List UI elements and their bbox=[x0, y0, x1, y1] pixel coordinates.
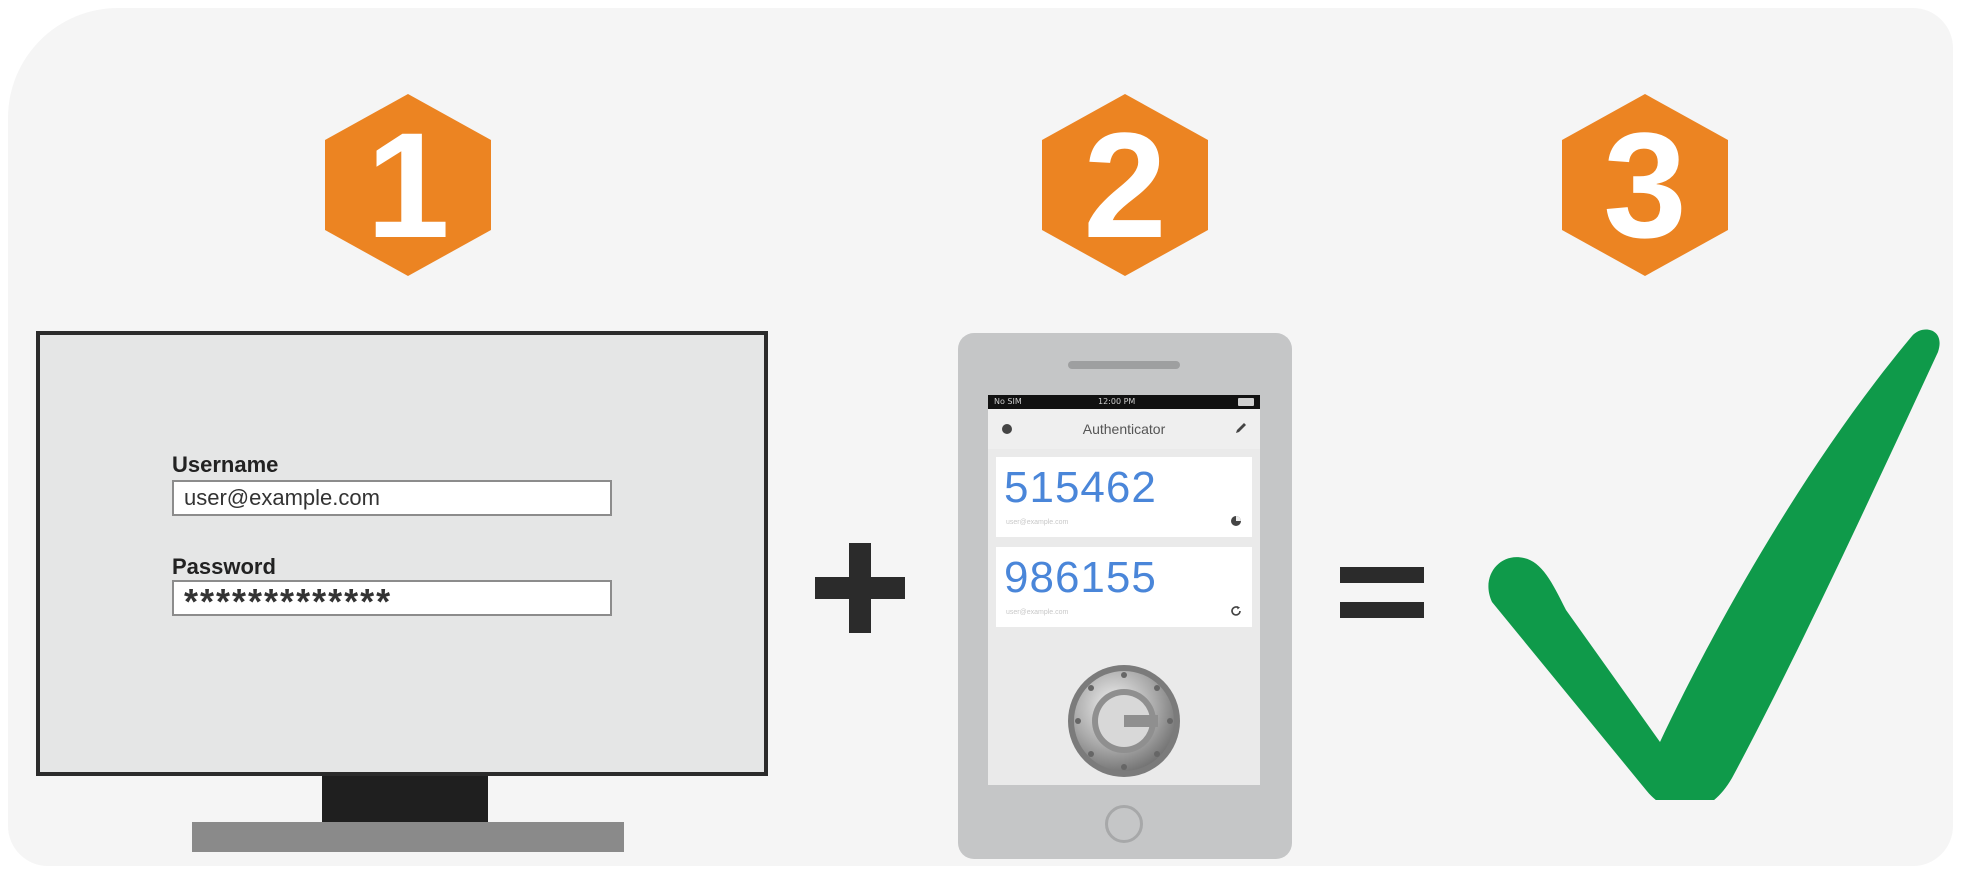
phone-speaker bbox=[1068, 361, 1180, 369]
equals-bottom-bar bbox=[1340, 602, 1424, 618]
checkmark-icon bbox=[1488, 329, 1940, 800]
smartphone-icon: No SIM 12:00 PM Authenticator 515462 use… bbox=[958, 333, 1292, 859]
code-card[interactable]: 515462 user@example.com bbox=[996, 457, 1252, 537]
plus-vertical-bar bbox=[849, 543, 871, 633]
phone-screen: No SIM 12:00 PM Authenticator 515462 use… bbox=[988, 395, 1260, 785]
step-3-number: 3 bbox=[1603, 101, 1687, 269]
app-title: Authenticator bbox=[1082, 421, 1166, 437]
code-account: user@example.com bbox=[1006, 519, 1069, 526]
status-carrier: No SIM bbox=[994, 397, 1022, 406]
password-field[interactable]: ************* bbox=[172, 580, 612, 622]
monitor-icon: Username user@example.com Password *****… bbox=[36, 331, 768, 776]
equals-top-bar bbox=[1340, 567, 1424, 583]
step-1-number: 1 bbox=[366, 101, 450, 269]
timer-icon bbox=[1231, 516, 1241, 526]
password-label: Password bbox=[172, 554, 276, 579]
home-button bbox=[1105, 805, 1143, 843]
battery-icon bbox=[1238, 398, 1254, 406]
edit-icon[interactable] bbox=[1234, 421, 1248, 435]
app-header: Authenticator bbox=[988, 409, 1260, 449]
code-account: user@example.com bbox=[1006, 609, 1069, 616]
monitor-stand-base bbox=[192, 822, 624, 852]
status-time: 12:00 PM bbox=[1098, 397, 1136, 406]
code-value: 515462 bbox=[1004, 463, 1157, 512]
username-field[interactable]: user@example.com bbox=[172, 480, 612, 516]
refresh-icon[interactable] bbox=[1230, 605, 1242, 617]
monitor-stand-neck bbox=[322, 776, 488, 822]
authenticator-logo-icon bbox=[1068, 665, 1180, 777]
step-2-badge: 2 bbox=[1030, 90, 1220, 280]
code-card[interactable]: 986155 user@example.com bbox=[996, 547, 1252, 627]
status-bar: No SIM 12:00 PM bbox=[988, 395, 1260, 409]
step-3-badge: 3 bbox=[1550, 90, 1740, 280]
code-value: 986155 bbox=[1004, 553, 1157, 602]
username-label: Username bbox=[172, 452, 279, 477]
step-2-number: 2 bbox=[1083, 101, 1167, 269]
step-1-badge: 1 bbox=[313, 90, 503, 280]
